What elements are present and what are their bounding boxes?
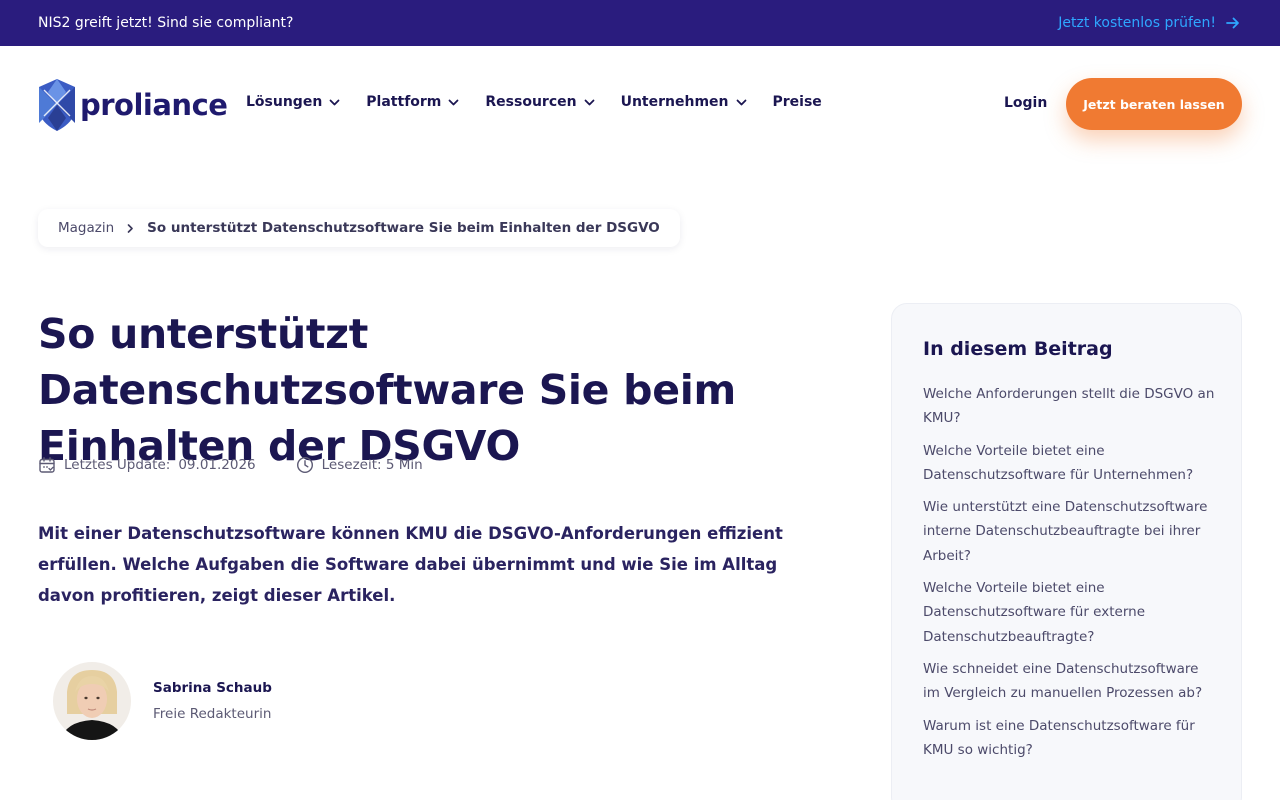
- toc-item[interactable]: Welche Vorteile bietet eine Datenschutzs…: [923, 439, 1215, 488]
- last-update: Letztes Update: 09.01.2026: [38, 456, 256, 474]
- logo-text: proliance: [80, 88, 228, 122]
- nav-item-plattform[interactable]: Plattform: [366, 94, 459, 110]
- banner-cta-link[interactable]: Jetzt kostenlos prüfen!: [1058, 15, 1240, 31]
- nav-item-label: Unternehmen: [620, 94, 729, 110]
- nav-item-label: Lösungen: [246, 94, 323, 110]
- toc-item[interactable]: Welche Vorteile bietet eine Datenschutzs…: [923, 576, 1215, 649]
- avatar: [53, 662, 131, 740]
- nav-item-label: Plattform: [366, 94, 442, 110]
- author-portrait: [53, 662, 131, 740]
- reading-time-label: Lesezeit: 5 Min: [321, 457, 423, 473]
- nav-item-unternehmen[interactable]: Unternehmen: [621, 94, 747, 110]
- banner-text: NIS2 greift jetzt! Sind sie compliant?: [38, 15, 294, 31]
- toc-item[interactable]: Wie schneidet eine Datenschutzsoftware i…: [923, 657, 1215, 706]
- clock-icon: [296, 456, 313, 474]
- toc-item[interactable]: Wie unterstützt eine Datenschutzsoftware…: [923, 495, 1215, 568]
- toc-title: In diesem Beitrag: [923, 338, 1113, 360]
- banner-cta-label: Jetzt kostenlos prüfen!: [1058, 15, 1216, 31]
- nav-item-preise[interactable]: Preise: [773, 94, 822, 110]
- author-name[interactable]: Sabrina Schaub: [153, 680, 272, 696]
- shield-logo-icon: [39, 79, 75, 131]
- author-info: Sabrina Schaub Freie Redakteurin: [153, 680, 272, 722]
- table-of-contents: In diesem Beitrag Welche Anforderungen s…: [891, 303, 1242, 800]
- page-title: So unterstützt Datenschutzsoftware Sie b…: [38, 310, 736, 470]
- top-banner: NIS2 greift jetzt! Sind sie compliant? J…: [0, 0, 1280, 46]
- article-meta: Letztes Update: 09.01.2026 Lesezeit: 5 M…: [38, 456, 463, 474]
- chevron-down-icon: [448, 99, 459, 105]
- reading-time: Lesezeit: 5 Min: [296, 456, 423, 474]
- author-role: Freie Redakteurin: [153, 706, 272, 722]
- arrow-right-icon: [1226, 17, 1239, 29]
- nav-item-label: Ressourcen: [485, 94, 577, 110]
- chevron-down-icon: [329, 99, 340, 105]
- chevron-right-icon: [127, 223, 133, 233]
- toc-item[interactable]: Welche Anforderungen stellt die DSGVO an…: [923, 382, 1215, 431]
- breadcrumb: Magazin So unterstützt Datenschutzsoftwa…: [38, 209, 680, 247]
- toc-item[interactable]: Warum ist eine Datenschutzsoftware für K…: [923, 714, 1215, 763]
- logo[interactable]: proliance: [38, 78, 228, 132]
- login-link[interactable]: Login: [1004, 95, 1047, 111]
- breadcrumb-current: So unterstützt Datenschutzsoftware Sie b…: [147, 220, 660, 236]
- nav-item-ressourcen[interactable]: Ressourcen: [485, 94, 594, 110]
- main-nav: Lösungen Plattform Ressourcen Unternehme…: [246, 94, 848, 110]
- nav-item-loesungen[interactable]: Lösungen: [246, 94, 340, 110]
- nav-item-label: Preise: [772, 94, 822, 110]
- calendar-icon: [39, 457, 55, 473]
- author-card: Sabrina Schaub Freie Redakteurin: [53, 662, 272, 740]
- chevron-down-icon: [584, 99, 594, 105]
- chevron-down-icon: [736, 99, 746, 105]
- breadcrumb-link-magazin[interactable]: Magazin: [58, 220, 114, 236]
- last-update-date: 09.01.2026: [178, 457, 256, 473]
- site-header: proliance Lösungen Plattform Ressourcen …: [0, 46, 1280, 162]
- consultation-button[interactable]: Jetzt beraten lassen: [1066, 78, 1242, 130]
- last-update-label: Letztes Update:: [64, 457, 171, 473]
- article-lead: Mit einer Datenschutzsoftware können KMU…: [38, 524, 783, 605]
